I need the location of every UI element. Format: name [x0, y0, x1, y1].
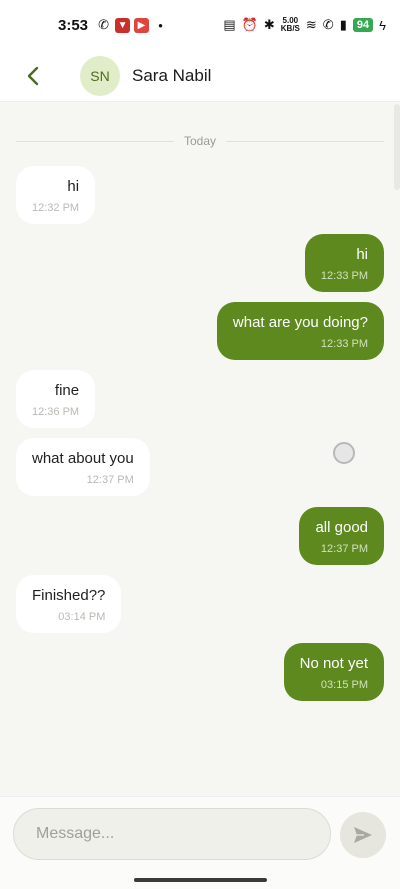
message-bubble-incoming[interactable]: hi 12:32 PM	[16, 166, 96, 224]
separator-line	[16, 140, 174, 142]
message-time: 12:36 PM	[32, 406, 80, 418]
message-text: what are you doing?	[232, 314, 368, 331]
send-icon	[354, 827, 372, 843]
message-time: 03:15 PM	[320, 679, 368, 691]
day-separator: Today	[16, 134, 384, 148]
message-text: what about you	[32, 450, 134, 467]
send-button[interactable]	[340, 812, 386, 858]
composer	[0, 796, 400, 889]
message-time: 12:33 PM	[320, 338, 368, 350]
message-time: 12:37 PM	[320, 543, 368, 555]
message-bubble-incoming[interactable]: what about you 12:37 PM	[16, 438, 150, 496]
back-button[interactable]	[18, 61, 48, 91]
call-icon: ✆	[322, 17, 334, 32]
message-time: 12:37 PM	[86, 474, 134, 486]
net-speed: 5.00 KB/S	[281, 17, 300, 33]
chat-header: SN Sara Nabil	[0, 50, 400, 102]
battery-level: 94	[352, 18, 374, 32]
message-bubble-outgoing[interactable]: No not yet 03:15 PM	[283, 643, 384, 701]
message-text: hi	[67, 178, 80, 195]
alarm-icon: ⏰	[241, 17, 258, 32]
separator-line	[226, 140, 384, 142]
avatar[interactable]: SN	[80, 55, 120, 96]
chevron-left-icon	[27, 66, 39, 85]
status-time: 3:53	[58, 16, 89, 34]
message-time: 12:33 PM	[320, 270, 368, 282]
contact-name[interactable]: Sara Nabil	[132, 66, 211, 86]
message-text: hi	[356, 246, 368, 263]
dot-icon: ●	[158, 20, 163, 30]
touch-indicator	[333, 442, 355, 464]
message-time: 03:14 PM	[58, 611, 106, 623]
signal-icon: ▮	[339, 17, 347, 32]
video-icon: ▶	[134, 17, 150, 33]
day-label: Today	[183, 134, 217, 148]
message-input[interactable]	[13, 808, 331, 860]
sim-icon: ▤	[223, 17, 236, 32]
message-text: Finished??	[32, 587, 106, 604]
status-bar: 3:53 ✆ ▼ ▶ ● ▤ ⏰ ✱ 5.00 KB/S ≋ ✆ ▮ 94 ϟ	[0, 0, 400, 50]
net-speed-unit: KB/S	[280, 24, 300, 33]
message-bubble-outgoing[interactable]: what are you doing? 12:33 PM	[216, 302, 384, 360]
brave-icon: ▼	[115, 17, 131, 33]
message-bubble-incoming[interactable]: Finished?? 03:14 PM	[16, 575, 122, 633]
message-bubble-outgoing[interactable]: all good 12:37 PM	[299, 507, 384, 565]
message-list[interactable]: Today hi 12:32 PM hi 12:33 PM what are y…	[0, 102, 400, 796]
charging-icon: ϟ	[379, 17, 386, 33]
message-time: 12:32 PM	[32, 202, 80, 214]
whatsapp-icon: ✆	[98, 17, 109, 32]
message-text: No not yet	[299, 655, 368, 672]
message-bubble-outgoing[interactable]: hi 12:33 PM	[304, 234, 384, 292]
message-bubble-incoming[interactable]: fine 12:36 PM	[16, 370, 96, 428]
bluetooth-icon: ✱	[263, 17, 275, 32]
message-text: fine	[54, 382, 80, 399]
home-indicator[interactable]	[134, 878, 267, 882]
wifi-icon: ≋	[305, 17, 317, 32]
message-text: all good	[315, 519, 368, 536]
